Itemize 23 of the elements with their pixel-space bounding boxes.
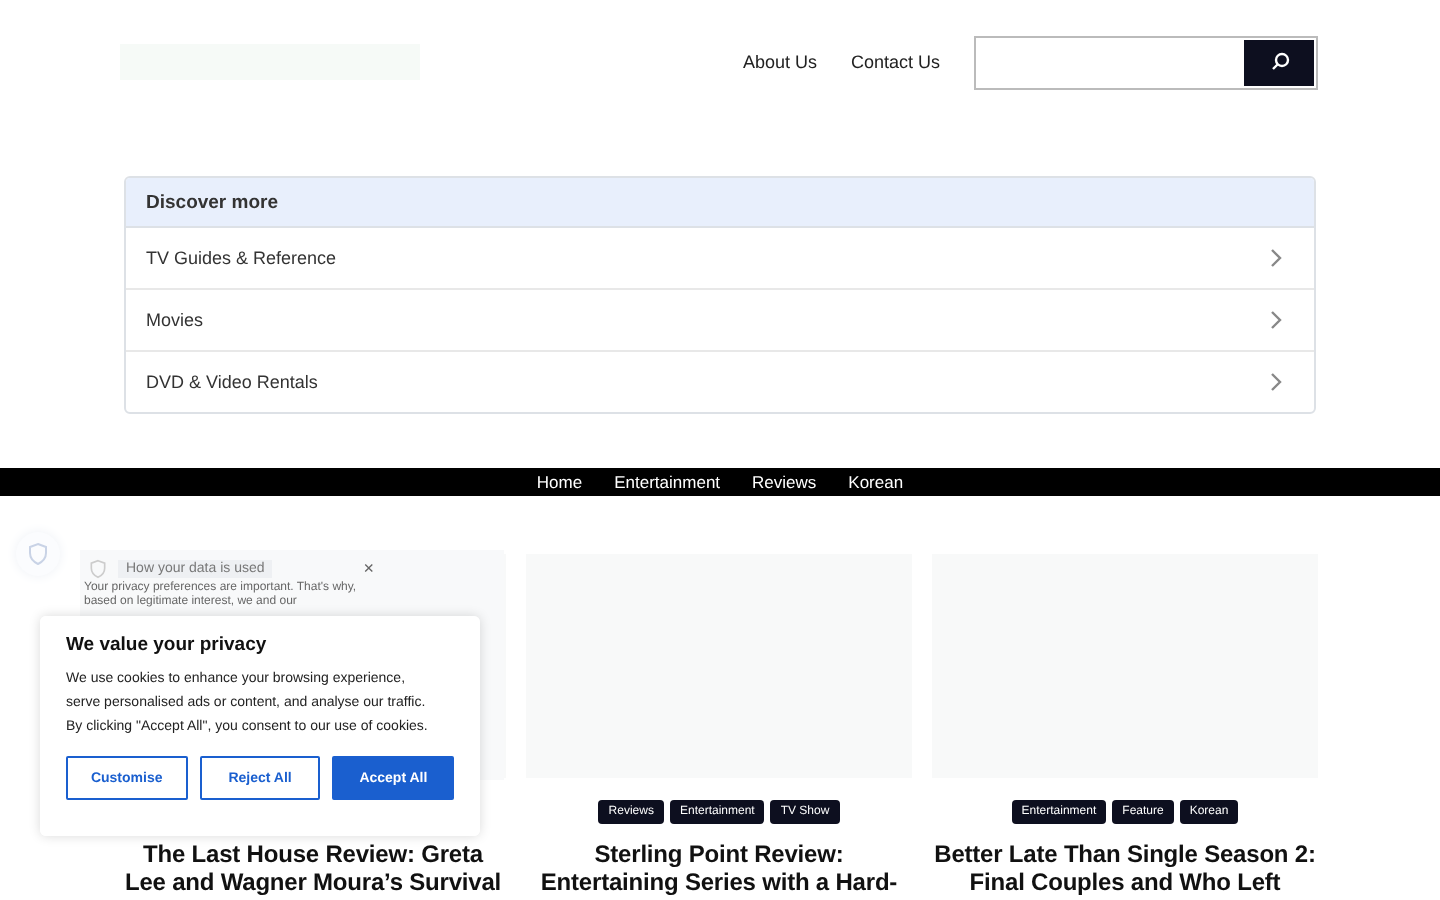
menu-link[interactable]: Entertainment xyxy=(614,472,721,492)
nav-link[interactable]: About Us xyxy=(742,52,817,72)
shield-icon xyxy=(88,557,108,579)
discover-title: Discover more xyxy=(146,191,279,213)
chevron-icon xyxy=(1270,310,1282,330)
discover-item[interactable]: TV Guides & Reference xyxy=(126,228,1314,290)
search-icon xyxy=(1269,52,1289,72)
discover-item[interactable]: DVD & Video Rentals xyxy=(126,352,1314,412)
chevron-icon xyxy=(1270,248,1282,268)
menu-link[interactable]: Reviews xyxy=(752,472,817,492)
discover-item[interactable]: Movies xyxy=(126,290,1314,352)
dialog-title: We value your privacy xyxy=(66,634,269,656)
article-title[interactable]: Better Late Than Single Season 2: Final Couples and Who Left xyxy=(932,840,1318,896)
search-button[interactable] xyxy=(1244,39,1314,85)
close-button[interactable]: × xyxy=(363,558,374,578)
chevron-icon xyxy=(1270,372,1282,392)
shield-icon xyxy=(26,542,50,566)
nav-link[interactable]: Contact Us xyxy=(850,52,940,72)
search-field[interactable] xyxy=(974,35,1318,89)
article-title[interactable]: Sterling Point Review: Entertaining Series with a Hard- xyxy=(526,840,912,896)
menu-link[interactable]: Home xyxy=(536,472,583,492)
article-title[interactable]: The Last House Review: Greta Lee and Wagner Moura’s Survival xyxy=(120,840,506,896)
menu-link[interactable]: Korean xyxy=(848,472,904,492)
